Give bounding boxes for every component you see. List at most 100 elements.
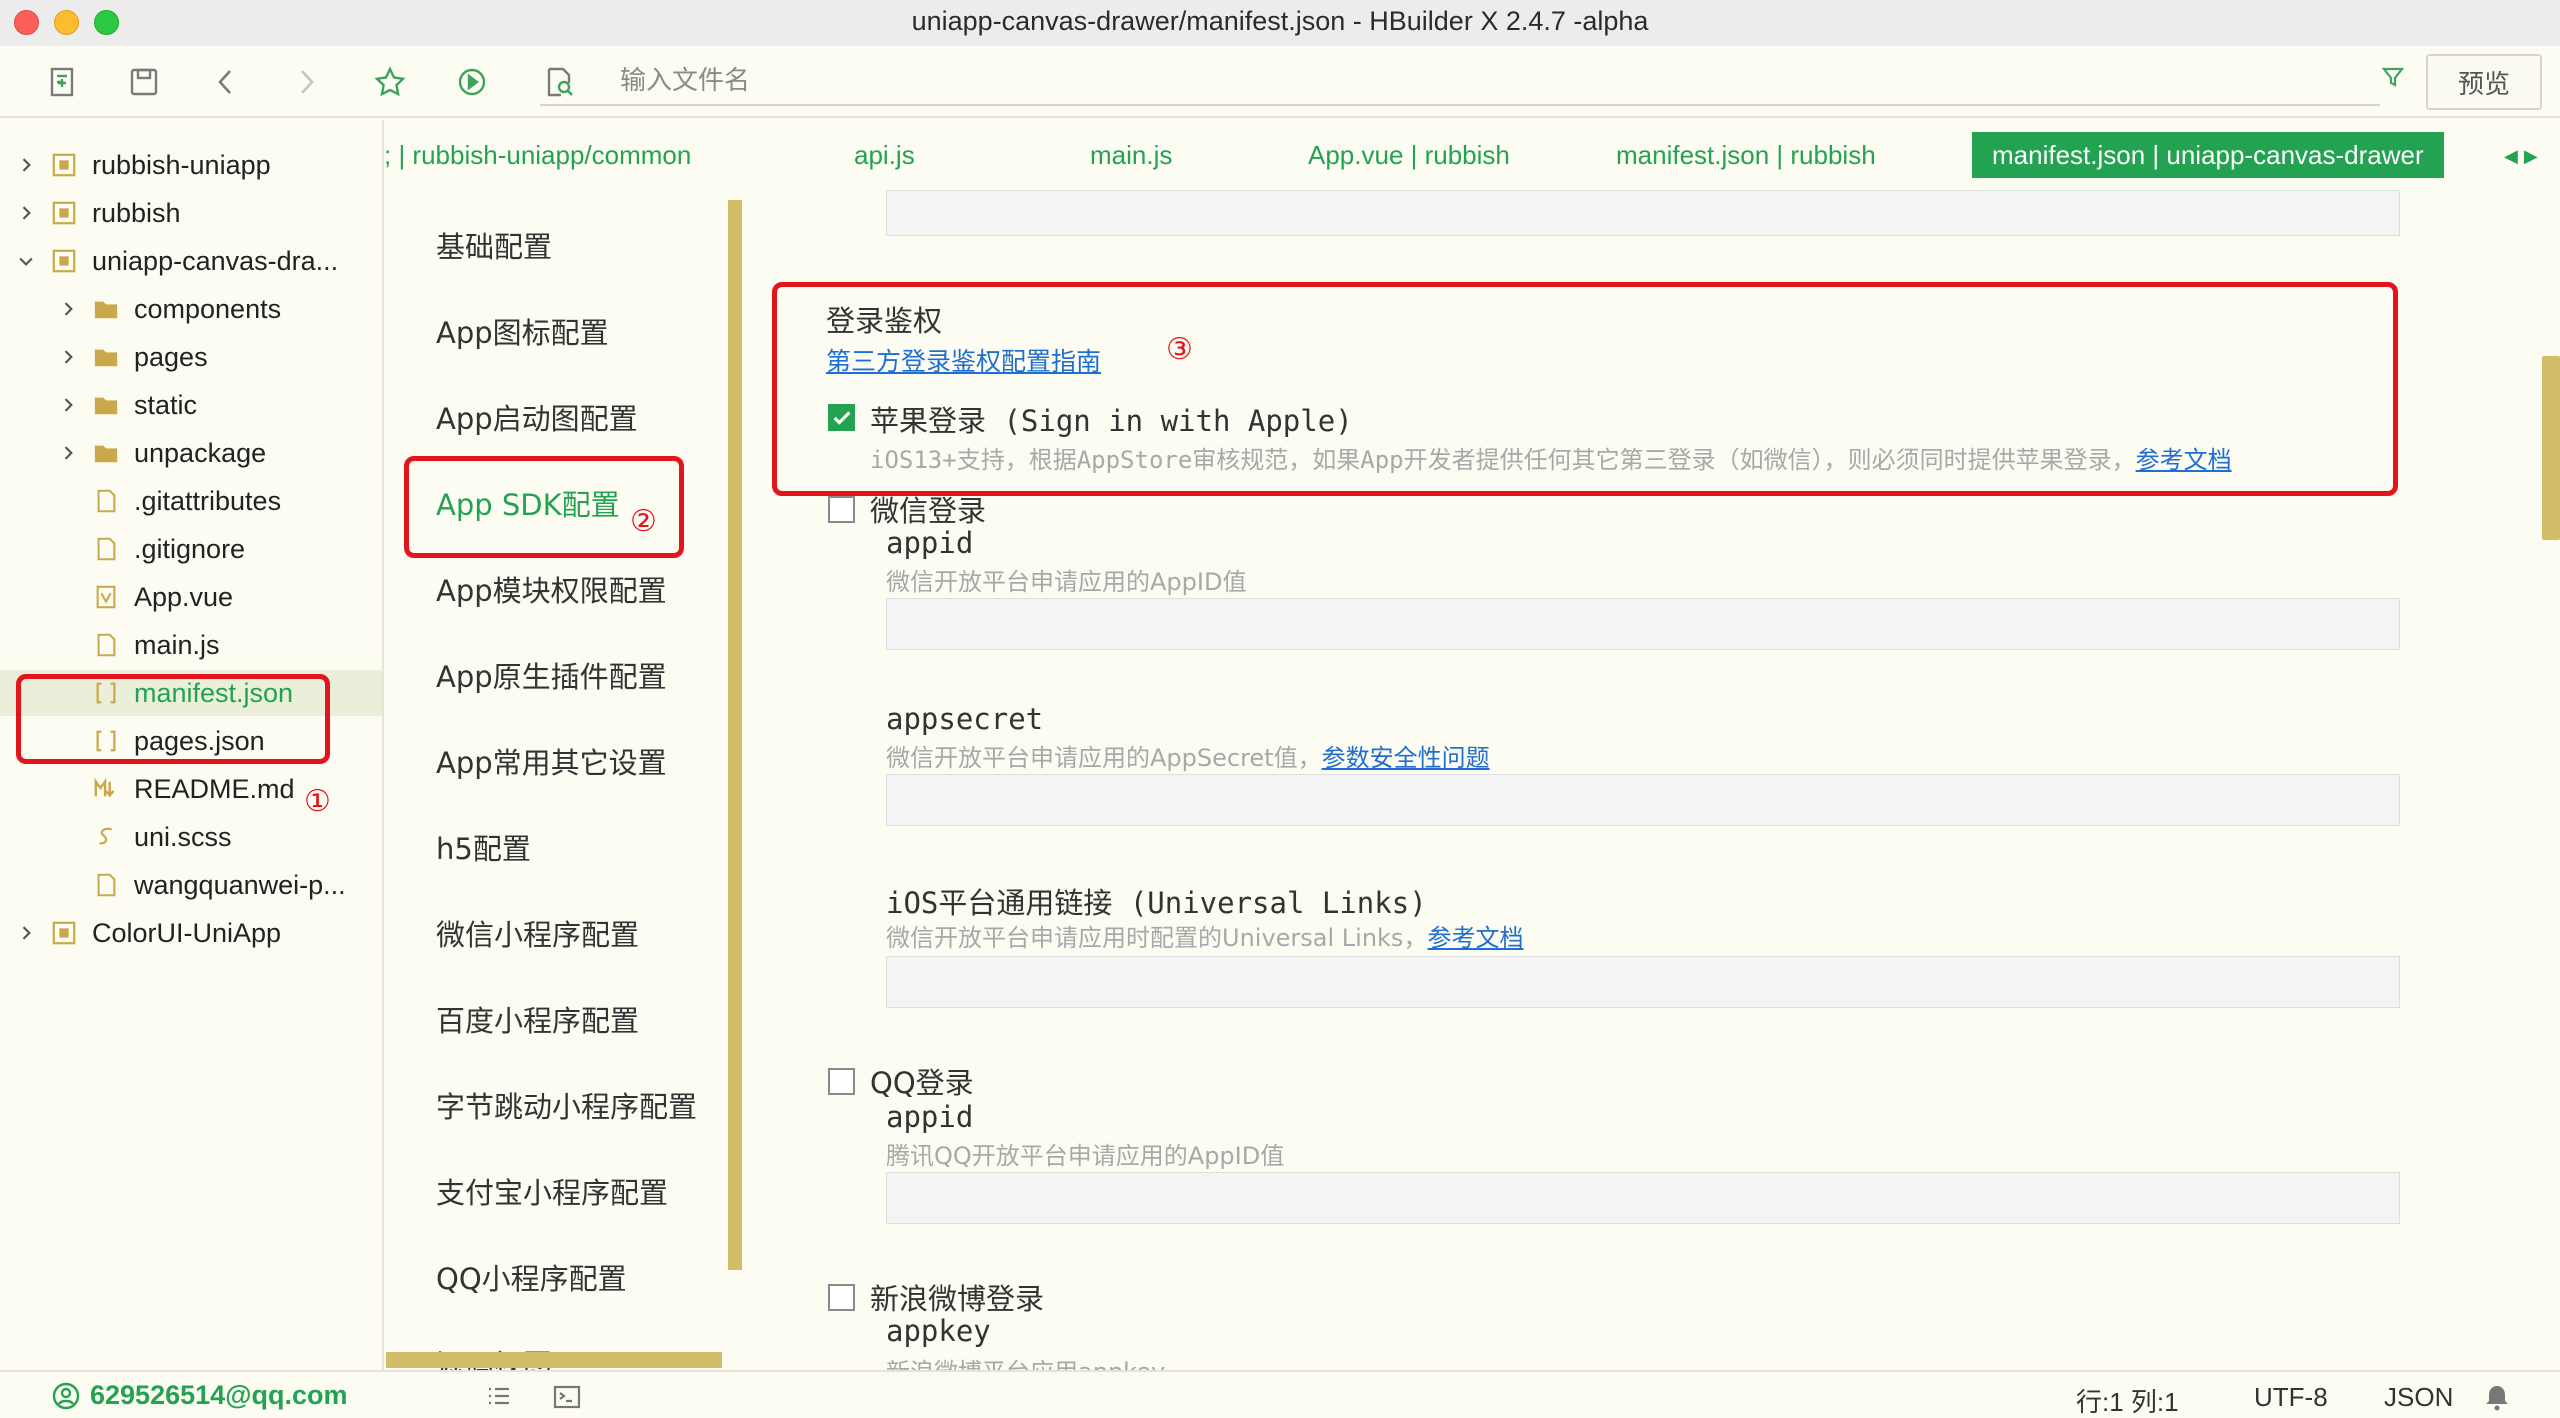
editor-scrollbar[interactable] (2542, 356, 2560, 540)
back-icon[interactable] (206, 62, 246, 102)
js-file-icon (92, 631, 120, 659)
annotation-box-manifest (16, 674, 330, 764)
weixin-appsecret-input[interactable] (886, 774, 2400, 826)
project-icon (50, 919, 78, 947)
tab-main-js[interactable]: main.js (1090, 132, 1172, 178)
chevron-right-icon[interactable] (56, 441, 80, 465)
tab-manifest-rubbish[interactable]: manifest.json | rubbish (1616, 132, 1876, 178)
tab-scroll-left-icon[interactable]: ◀ (2504, 146, 2518, 167)
tab-scroll-arrows[interactable]: ◀ ▶ (2504, 146, 2554, 167)
chevron-right-icon[interactable] (14, 153, 38, 177)
weixin-appsecret-hint: 微信开放平台申请应用的AppSecret值，参数安全性问题 (886, 738, 1490, 773)
config-nav-scrollbar[interactable] (728, 200, 742, 1270)
file-tree-item[interactable]: uni.scss (0, 814, 382, 860)
file-tree-item-label: unpackage (134, 437, 267, 468)
editor-tab-bar: ; | rubbish-uniapp/common api.js main.js… (384, 132, 2560, 184)
status-bar: 629526514@qq.com 行:1 列:1 UTF-8 JSON (0, 1370, 2560, 1418)
folder-icon (92, 391, 120, 419)
terminal-icon[interactable] (552, 1382, 582, 1412)
file-tree-item[interactable]: rubbish-uniapp (0, 142, 382, 188)
star-icon[interactable] (370, 62, 410, 102)
folder-icon (92, 343, 120, 371)
new-file-icon[interactable] (42, 62, 82, 102)
nav-app-other-settings[interactable]: App常用其它设置 (436, 740, 667, 782)
universal-links-label: iOS平台通用链接 (Universal Links) (886, 886, 1427, 920)
file-icon (92, 487, 120, 515)
list-icon[interactable] (484, 1382, 514, 1412)
weixin-login-checkbox[interactable] (828, 496, 855, 523)
file-tree-item-label: ColorUI-UniApp (92, 917, 282, 948)
file-tree-item[interactable]: App.vue (0, 574, 382, 620)
cursor-position[interactable]: 行:1 列:1 (2076, 1382, 2179, 1418)
param-security-link[interactable]: 参数安全性问题 (1322, 744, 1490, 772)
folder-icon (92, 439, 120, 467)
file-tree-item[interactable]: components (0, 286, 382, 332)
nav-weixin-mp-config[interactable]: 微信小程序配置 (436, 912, 639, 954)
nav-app-icon-config[interactable]: App图标配置 (436, 310, 609, 352)
nav-basic-config[interactable]: 基础配置 (436, 224, 552, 266)
previous-field-input[interactable] (886, 190, 2400, 236)
markdown-file-icon (92, 775, 120, 803)
weibo-login-label: 新浪微博登录 (870, 1282, 1045, 1316)
search-input[interactable] (620, 58, 2300, 102)
nav-app-module-permission[interactable]: App模块权限配置 (436, 568, 667, 610)
forward-icon[interactable] (286, 62, 326, 102)
filter-icon[interactable] (2380, 64, 2406, 90)
account-email: 629526514@qq.com (90, 1380, 348, 1410)
encoding-indicator[interactable]: UTF-8 (2254, 1382, 2328, 1413)
qq-login-checkbox[interactable] (828, 1068, 855, 1095)
save-icon[interactable] (124, 62, 164, 102)
nav-app-native-plugin[interactable]: App原生插件配置 (436, 654, 667, 696)
file-tree-item[interactable]: .gitattributes (0, 478, 382, 524)
file-tree-item[interactable]: ColorUI-UniApp (0, 910, 382, 956)
file-tree-item-label: uni.scss (134, 821, 232, 852)
language-mode[interactable]: JSON (2384, 1382, 2453, 1413)
weixin-appid-input[interactable] (886, 598, 2400, 650)
chevron-right-icon[interactable] (14, 921, 38, 945)
file-tree-item-label: .gitattributes (134, 485, 282, 516)
file-icon (92, 871, 120, 899)
tab-scroll-right-icon[interactable]: ▶ (2524, 146, 2538, 167)
chevron-right-icon[interactable] (56, 393, 80, 417)
chevron-right-icon[interactable] (56, 345, 80, 369)
file-tree-item[interactable]: wangquanwei-p... (0, 862, 382, 908)
nav-h5-config[interactable]: h5配置 (436, 826, 531, 868)
chevron-right-icon[interactable] (14, 201, 38, 225)
qq-login-label: QQ登录 (870, 1066, 974, 1100)
file-tree-item[interactable]: pages (0, 334, 382, 380)
nav-alipay-mp-config[interactable]: 支付宝小程序配置 (436, 1170, 668, 1212)
file-tree-item-label: wangquanwei-p... (134, 869, 346, 900)
tab-manifest-canvas-drawer[interactable]: manifest.json | uniapp-canvas-drawer (1972, 132, 2444, 178)
qq-appid-input[interactable] (886, 1172, 2400, 1224)
annotation-number-one: ① (304, 784, 331, 819)
title-bar: uniapp-canvas-drawer/manifest.json - HBu… (0, 0, 2560, 46)
file-tree-item[interactable]: static (0, 382, 382, 428)
tab-api-js[interactable]: api.js (854, 132, 915, 178)
tab-common[interactable]: ; | rubbish-uniapp/common (384, 132, 691, 178)
file-tree-item-label: .gitignore (134, 533, 246, 564)
chevron-down-icon[interactable] (14, 249, 38, 273)
tab-app-vue[interactable]: App.vue | rubbish (1308, 132, 1510, 178)
nav-qq-mp-config[interactable]: QQ小程序配置 (436, 1256, 627, 1298)
weixin-appsecret-label: appsecret (886, 702, 1044, 736)
user-icon (52, 1382, 80, 1409)
config-nav-horizontal-scrollbar[interactable] (386, 1352, 722, 1368)
universal-links-input[interactable] (886, 956, 2400, 1008)
nav-toutiao-mp-config[interactable]: 字节跳动小程序配置 (436, 1084, 697, 1126)
file-tree-item[interactable]: main.js (0, 622, 382, 668)
nav-baidu-mp-config[interactable]: 百度小程序配置 (436, 998, 639, 1040)
account-status[interactable]: 629526514@qq.com (52, 1380, 347, 1411)
weibo-login-checkbox[interactable] (828, 1284, 855, 1311)
run-icon[interactable] (452, 62, 492, 102)
file-tree-item-label: App.vue (134, 581, 234, 612)
file-tree-item[interactable]: rubbish (0, 190, 382, 236)
chevron-right-icon[interactable] (56, 297, 80, 321)
weixin-appid-hint: 微信开放平台申请应用的AppID值 (886, 568, 1247, 596)
preview-button[interactable]: 预览 (2426, 54, 2542, 110)
nav-app-splash-config[interactable]: App启动图配置 (436, 396, 638, 438)
universal-links-docs-link[interactable]: 参考文档 (1427, 924, 1523, 952)
file-tree-item[interactable]: unpackage (0, 430, 382, 476)
notification-bell-icon[interactable] (2482, 1382, 2512, 1412)
file-tree-item[interactable]: uniapp-canvas-dra... (0, 238, 382, 284)
file-tree-item[interactable]: .gitignore (0, 526, 382, 572)
